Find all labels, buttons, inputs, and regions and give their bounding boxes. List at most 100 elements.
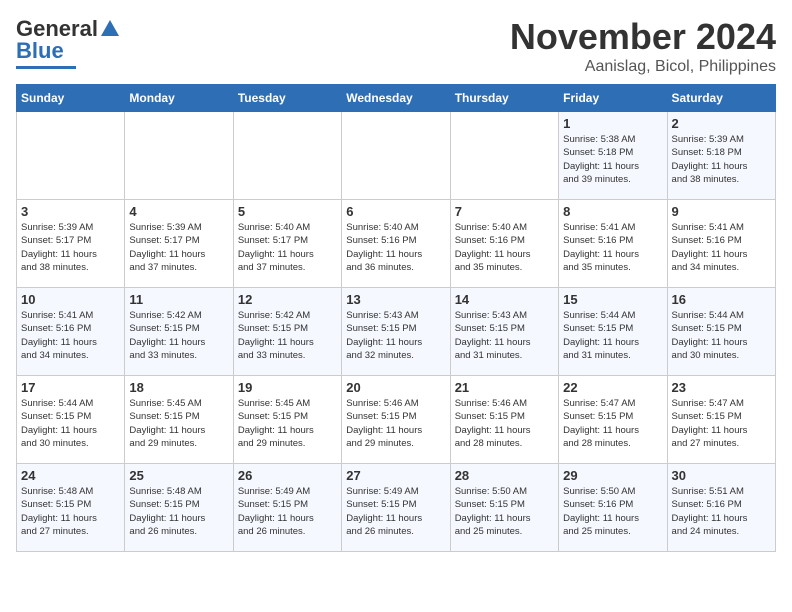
calendar-cell: 23Sunrise: 5:47 AM Sunset: 5:15 PM Dayli…: [667, 376, 775, 464]
location-subtitle: Aanislag, Bicol, Philippines: [510, 58, 776, 76]
day-number: 19: [238, 380, 337, 395]
calendar-week-row: 24 Sunrise: 5:48 AM Sunset: 5:15 PM Dayli…: [17, 464, 776, 552]
col-header-thursday: Thursday: [450, 85, 558, 112]
day-info: Sunrise: 5:41 AM Sunset: 5:16 PM Dayligh…: [672, 221, 771, 274]
calendar-header-row: SundayMondayTuesdayWednesdayThursdayFrid…: [17, 85, 776, 112]
day-info: Sunrise: 5:45 AM Sunset: 5:15 PM Dayligh…: [129, 397, 228, 450]
calendar-week-row: 17 Sunrise: 5:44 AM Sunset: 5:15 PM Dayli…: [17, 376, 776, 464]
day-info: Sunrise: 5:50 AM Sunset: 5:16 PM Dayligh…: [563, 485, 662, 538]
calendar-cell: 5 Sunrise: 5:40 AM Sunset: 5:17 PM Daylig…: [233, 200, 341, 288]
day-info: Sunrise: 5:44 AM Sunset: 5:15 PM Dayligh…: [21, 397, 120, 450]
calendar-cell: 20 Sunrise: 5:46 AM Sunset: 5:15 PM Dayli…: [342, 376, 450, 464]
day-number: 20: [346, 380, 445, 395]
day-number: 14: [455, 292, 554, 307]
calendar-cell: [17, 112, 125, 200]
day-number: 15: [563, 292, 662, 307]
calendar-cell: 9 Sunrise: 5:41 AM Sunset: 5:16 PM Daylig…: [667, 200, 775, 288]
day-number: 28: [455, 468, 554, 483]
calendar-table: SundayMondayTuesdayWednesdayThursdayFrid…: [16, 84, 776, 552]
day-number: 26: [238, 468, 337, 483]
day-number: 8: [563, 204, 662, 219]
day-number: 16: [672, 292, 771, 307]
calendar-cell: 3 Sunrise: 5:39 AM Sunset: 5:17 PM Daylig…: [17, 200, 125, 288]
day-info: Sunrise: 5:39 AM Sunset: 5:17 PM Dayligh…: [21, 221, 120, 274]
page-header: General Blue November 2024 Aanislag, Bic…: [16, 16, 776, 76]
calendar-cell: 22 Sunrise: 5:47 AM Sunset: 5:15 PM Dayli…: [559, 376, 667, 464]
day-info: Sunrise: 5:48 AM Sunset: 5:15 PM Dayligh…: [129, 485, 228, 538]
day-info: Sunrise: 5:48 AM Sunset: 5:15 PM Dayligh…: [21, 485, 120, 538]
day-number: 6: [346, 204, 445, 219]
day-info: Sunrise: 5:49 AM Sunset: 5:15 PM Dayligh…: [238, 485, 337, 538]
day-info: Sunrise: 5:47 AM Sunset: 5:15 PM Dayligh…: [563, 397, 662, 450]
day-info: Sunrise: 5:44 AM Sunset: 5:15 PM Dayligh…: [563, 309, 662, 362]
day-number: 2: [672, 116, 771, 131]
day-number: 29: [563, 468, 662, 483]
day-number: 25: [129, 468, 228, 483]
day-info: Sunrise: 5:43 AM Sunset: 5:15 PM Dayligh…: [346, 309, 445, 362]
calendar-cell: 25 Sunrise: 5:48 AM Sunset: 5:15 PM Dayli…: [125, 464, 233, 552]
calendar-cell: 15 Sunrise: 5:44 AM Sunset: 5:15 PM Dayli…: [559, 288, 667, 376]
day-number: 7: [455, 204, 554, 219]
day-info: Sunrise: 5:43 AM Sunset: 5:15 PM Dayligh…: [455, 309, 554, 362]
calendar-cell: 7 Sunrise: 5:40 AM Sunset: 5:16 PM Daylig…: [450, 200, 558, 288]
day-info: Sunrise: 5:46 AM Sunset: 5:15 PM Dayligh…: [455, 397, 554, 450]
calendar-cell: 6 Sunrise: 5:40 AM Sunset: 5:16 PM Daylig…: [342, 200, 450, 288]
calendar-cell: 10 Sunrise: 5:41 AM Sunset: 5:16 PM Dayli…: [17, 288, 125, 376]
day-info: Sunrise: 5:42 AM Sunset: 5:15 PM Dayligh…: [238, 309, 337, 362]
calendar-cell: 13 Sunrise: 5:43 AM Sunset: 5:15 PM Dayli…: [342, 288, 450, 376]
day-number: 9: [672, 204, 771, 219]
day-number: 10: [21, 292, 120, 307]
day-number: 18: [129, 380, 228, 395]
day-info: Sunrise: 5:39 AM Sunset: 5:17 PM Dayligh…: [129, 221, 228, 274]
day-info: Sunrise: 5:38 AM Sunset: 5:18 PM Dayligh…: [563, 133, 662, 186]
logo: General Blue: [16, 16, 121, 69]
day-number: 3: [21, 204, 120, 219]
day-info: Sunrise: 5:40 AM Sunset: 5:16 PM Dayligh…: [455, 221, 554, 274]
calendar-cell: 24 Sunrise: 5:48 AM Sunset: 5:15 PM Dayli…: [17, 464, 125, 552]
day-number: 17: [21, 380, 120, 395]
calendar-cell: 28 Sunrise: 5:50 AM Sunset: 5:15 PM Dayli…: [450, 464, 558, 552]
calendar-cell: 17 Sunrise: 5:44 AM Sunset: 5:15 PM Dayli…: [17, 376, 125, 464]
day-info: Sunrise: 5:42 AM Sunset: 5:15 PM Dayligh…: [129, 309, 228, 362]
day-number: 5: [238, 204, 337, 219]
calendar-week-row: 3 Sunrise: 5:39 AM Sunset: 5:17 PM Daylig…: [17, 200, 776, 288]
day-info: Sunrise: 5:40 AM Sunset: 5:17 PM Dayligh…: [238, 221, 337, 274]
day-info: Sunrise: 5:39 AM Sunset: 5:18 PM Dayligh…: [672, 133, 771, 186]
day-info: Sunrise: 5:49 AM Sunset: 5:15 PM Dayligh…: [346, 485, 445, 538]
calendar-cell: 19Sunrise: 5:45 AM Sunset: 5:15 PM Dayli…: [233, 376, 341, 464]
month-title: November 2024: [510, 16, 776, 58]
calendar-cell: 1Sunrise: 5:38 AM Sunset: 5:18 PM Daylig…: [559, 112, 667, 200]
calendar-week-row: 10 Sunrise: 5:41 AM Sunset: 5:16 PM Dayli…: [17, 288, 776, 376]
logo-divider: [16, 66, 76, 69]
calendar-cell: [450, 112, 558, 200]
calendar-cell: 30Sunrise: 5:51 AM Sunset: 5:16 PM Dayli…: [667, 464, 775, 552]
day-number: 12: [238, 292, 337, 307]
day-info: Sunrise: 5:46 AM Sunset: 5:15 PM Dayligh…: [346, 397, 445, 450]
calendar-cell: [342, 112, 450, 200]
day-number: 13: [346, 292, 445, 307]
calendar-cell: 21Sunrise: 5:46 AM Sunset: 5:15 PM Dayli…: [450, 376, 558, 464]
calendar-cell: 18 Sunrise: 5:45 AM Sunset: 5:15 PM Dayli…: [125, 376, 233, 464]
calendar-cell: [125, 112, 233, 200]
calendar-cell: 16Sunrise: 5:44 AM Sunset: 5:15 PM Dayli…: [667, 288, 775, 376]
col-header-tuesday: Tuesday: [233, 85, 341, 112]
day-number: 22: [563, 380, 662, 395]
calendar-cell: 2 Sunrise: 5:39 AM Sunset: 5:18 PM Daylig…: [667, 112, 775, 200]
calendar-cell: 27 Sunrise: 5:49 AM Sunset: 5:15 PM Dayli…: [342, 464, 450, 552]
day-info: Sunrise: 5:47 AM Sunset: 5:15 PM Dayligh…: [672, 397, 771, 450]
calendar-cell: 12 Sunrise: 5:42 AM Sunset: 5:15 PM Dayli…: [233, 288, 341, 376]
day-info: Sunrise: 5:41 AM Sunset: 5:16 PM Dayligh…: [563, 221, 662, 274]
day-info: Sunrise: 5:40 AM Sunset: 5:16 PM Dayligh…: [346, 221, 445, 274]
calendar-cell: 11Sunrise: 5:42 AM Sunset: 5:15 PM Dayli…: [125, 288, 233, 376]
col-header-monday: Monday: [125, 85, 233, 112]
col-header-wednesday: Wednesday: [342, 85, 450, 112]
calendar-cell: 26 Sunrise: 5:49 AM Sunset: 5:15 PM Dayli…: [233, 464, 341, 552]
day-info: Sunrise: 5:41 AM Sunset: 5:16 PM Dayligh…: [21, 309, 120, 362]
day-number: 24: [21, 468, 120, 483]
day-number: 27: [346, 468, 445, 483]
day-number: 30: [672, 468, 771, 483]
calendar-cell: 4Sunrise: 5:39 AM Sunset: 5:17 PM Daylig…: [125, 200, 233, 288]
logo-blue: Blue: [16, 38, 64, 64]
day-info: Sunrise: 5:50 AM Sunset: 5:15 PM Dayligh…: [455, 485, 554, 538]
calendar-week-row: 1Sunrise: 5:38 AM Sunset: 5:18 PM Daylig…: [17, 112, 776, 200]
